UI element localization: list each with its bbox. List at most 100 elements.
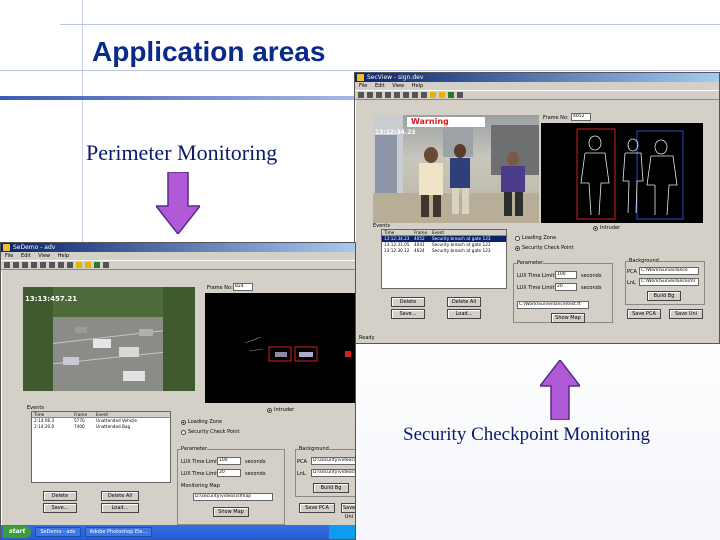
col-frame[interactable]: Frame bbox=[414, 230, 432, 235]
table-row[interactable]: 13:12:30.12 4024 Security breach at gate… bbox=[382, 248, 506, 254]
radio-label: Security Check Point bbox=[188, 429, 240, 435]
col-frame[interactable]: Frame bbox=[74, 412, 96, 417]
intruder-label: Intruder bbox=[274, 407, 295, 413]
delete-button[interactable]: Delete bbox=[43, 491, 77, 501]
col-time[interactable]: Time bbox=[34, 412, 74, 417]
rewind-icon[interactable] bbox=[394, 92, 400, 98]
save-uni-button[interactable]: Save Uni bbox=[669, 309, 703, 319]
new-icon[interactable] bbox=[358, 92, 364, 98]
lnl-field[interactable]: D:\security\videos\ca bbox=[311, 469, 355, 477]
col-time[interactable]: Time bbox=[384, 230, 414, 235]
help-icon[interactable] bbox=[103, 262, 109, 268]
radio-label: Loading Zone bbox=[188, 419, 223, 425]
highlight-tool-icon[interactable] bbox=[85, 262, 91, 268]
path-field[interactable]: C:\Work\Surveillance\test.ft bbox=[517, 301, 589, 309]
play-icon[interactable] bbox=[403, 92, 409, 98]
checkpoint-timestamp: 13:12:34.23 bbox=[375, 129, 416, 136]
radio-loading-zone[interactable]: Loading Zone bbox=[181, 419, 222, 425]
radio-security-check-point[interactable]: Security Check Point bbox=[515, 245, 574, 251]
delete-all-button[interactable]: Delete All bbox=[101, 491, 139, 501]
down-arrow-icon bbox=[156, 172, 200, 234]
param1-field[interactable]: 100 bbox=[217, 457, 241, 465]
param1-label: LUX Time Limit bbox=[181, 459, 219, 465]
show-map-button[interactable]: Show Map bbox=[551, 313, 585, 323]
path-field[interactable]: D:\security\videos\sfmap bbox=[193, 493, 273, 501]
menu-help[interactable]: Help bbox=[58, 253, 69, 259]
lnl-field[interactable]: C:\Work\Surveillance\mI bbox=[639, 278, 699, 286]
menu-view[interactable]: View bbox=[38, 253, 50, 259]
save-uni-button[interactable]: Save Uni bbox=[341, 503, 355, 520]
save-icon[interactable] bbox=[22, 262, 28, 268]
play-icon[interactable] bbox=[49, 262, 55, 268]
build-bg-button[interactable]: Build Bg bbox=[313, 483, 349, 493]
param2-label: LUX Time Limit bbox=[181, 471, 219, 477]
ok-tool-icon[interactable] bbox=[448, 92, 454, 98]
radio-icon bbox=[515, 245, 520, 251]
lnl-label: LnL bbox=[627, 280, 636, 286]
menu-file[interactable]: File bbox=[359, 83, 367, 89]
step-icon[interactable] bbox=[67, 262, 73, 268]
delete-button[interactable]: Delete bbox=[391, 297, 425, 307]
ok-tool-icon[interactable] bbox=[94, 262, 100, 268]
print-icon[interactable] bbox=[385, 92, 391, 98]
lnl-label: LnL bbox=[297, 471, 306, 477]
slide-title-accent-bar bbox=[0, 96, 360, 100]
menu-edit[interactable]: Edit bbox=[21, 253, 31, 259]
warning-tool-icon[interactable] bbox=[430, 92, 436, 98]
pca-field[interactable]: C:\Work\Surveillance bbox=[639, 267, 699, 275]
save-button[interactable]: Save... bbox=[43, 503, 77, 513]
load-button[interactable]: Load... bbox=[447, 309, 481, 319]
param2-unit: seconds bbox=[245, 471, 266, 477]
rewind-icon[interactable] bbox=[40, 262, 46, 268]
intruder-checkbox[interactable]: Intruder bbox=[267, 407, 294, 413]
checkpoint-toolbar bbox=[355, 90, 719, 100]
load-button[interactable]: Load... bbox=[101, 503, 139, 513]
checkpoint-events-list[interactable]: Time Frame Event 13:12:34.23 4052 Securi… bbox=[381, 229, 507, 289]
save-button[interactable]: Save... bbox=[391, 309, 425, 319]
build-bg-button[interactable]: Build Bg bbox=[647, 291, 681, 301]
save-pca-button[interactable]: Save PCA bbox=[627, 309, 661, 319]
warning-tool-icon[interactable] bbox=[76, 262, 82, 268]
print-icon[interactable] bbox=[31, 262, 37, 268]
stop-icon[interactable] bbox=[412, 92, 418, 98]
radio-icon bbox=[181, 429, 186, 435]
intruder-checkbox[interactable]: Intruder bbox=[593, 225, 620, 231]
table-row[interactable]: 2:14:20.0 7400 Unattended Bag bbox=[32, 424, 170, 430]
checkpoint-silhouette-view bbox=[541, 123, 703, 223]
pca-field[interactable]: D:\security\videos\ca bbox=[311, 457, 355, 465]
param2-field[interactable]: 20 bbox=[217, 469, 241, 477]
perimeter-frame-field[interactable]: 824 bbox=[233, 283, 253, 291]
radio-loading-zone[interactable]: Loading Zone bbox=[515, 235, 556, 241]
taskbar-item-sedemo[interactable]: SeDemo - adv bbox=[35, 527, 81, 537]
checkpoint-title-bar: SecView - sign.dev bbox=[355, 73, 719, 82]
col-event[interactable]: Event bbox=[96, 412, 108, 417]
menu-view[interactable]: View bbox=[392, 83, 404, 89]
open-icon[interactable] bbox=[13, 262, 19, 268]
perimeter-events-list[interactable]: Time Frame Event 2:14:06.3 5770 Unattend… bbox=[31, 411, 171, 483]
step-icon[interactable] bbox=[421, 92, 427, 98]
col-event[interactable]: Event bbox=[432, 230, 444, 235]
taskbar-item-photoshop[interactable]: Adobe Photoshop Ele... bbox=[84, 527, 153, 537]
param1-field[interactable]: 100 bbox=[555, 271, 577, 279]
save-icon[interactable] bbox=[376, 92, 382, 98]
help-icon[interactable] bbox=[457, 92, 463, 98]
menu-file[interactable]: File bbox=[5, 253, 13, 259]
new-icon[interactable] bbox=[4, 262, 10, 268]
stop-icon[interactable] bbox=[58, 262, 64, 268]
parameter-group-label: Parameter bbox=[517, 260, 544, 266]
save-pca-button[interactable]: Save PCA bbox=[299, 503, 335, 513]
checkpoint-camera-view: Warning 13:12:34.23 bbox=[373, 115, 539, 223]
checkpoint-frame-field[interactable]: 4052 bbox=[571, 113, 591, 121]
show-map-button[interactable]: Show Map bbox=[213, 507, 249, 517]
param2-field[interactable]: 20 bbox=[555, 283, 577, 291]
cell-time: 13:12:30.12 bbox=[384, 248, 410, 253]
menu-help[interactable]: Help bbox=[412, 83, 423, 89]
radio-security-check-point[interactable]: Security Check Point bbox=[181, 429, 240, 435]
delete-all-button[interactable]: Delete All bbox=[447, 297, 481, 307]
open-icon[interactable] bbox=[367, 92, 373, 98]
pca-label: PCA bbox=[627, 269, 637, 275]
menu-edit[interactable]: Edit bbox=[375, 83, 385, 89]
start-button[interactable]: start bbox=[3, 526, 32, 538]
radio-label: Loading Zone bbox=[522, 235, 557, 241]
highlight-tool-icon[interactable] bbox=[439, 92, 445, 98]
